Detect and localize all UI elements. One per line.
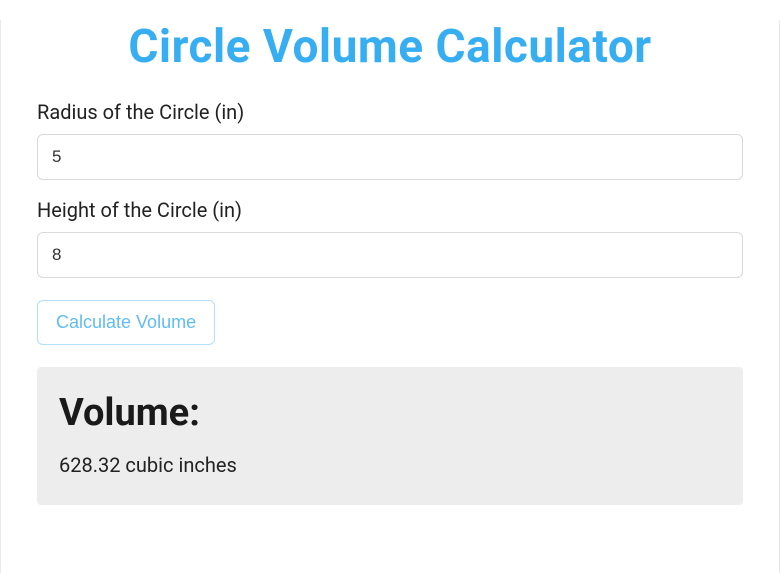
result-value: 628.32 cubic inches xyxy=(59,453,721,477)
radius-group: Radius of the Circle (in) xyxy=(37,100,743,180)
height-group: Height of the Circle (in) xyxy=(37,198,743,278)
height-input[interactable] xyxy=(37,232,743,278)
result-heading: Volume: xyxy=(59,391,721,435)
height-label: Height of the Circle (in) xyxy=(37,198,743,222)
calculate-button[interactable]: Calculate Volume xyxy=(37,300,215,345)
radius-input[interactable] xyxy=(37,134,743,180)
page-title: Circle Volume Calculator xyxy=(37,20,743,74)
result-box: Volume: 628.32 cubic inches xyxy=(37,367,743,505)
calculator-container: Circle Volume Calculator Radius of the C… xyxy=(1,20,779,505)
radius-label: Radius of the Circle (in) xyxy=(37,100,743,124)
